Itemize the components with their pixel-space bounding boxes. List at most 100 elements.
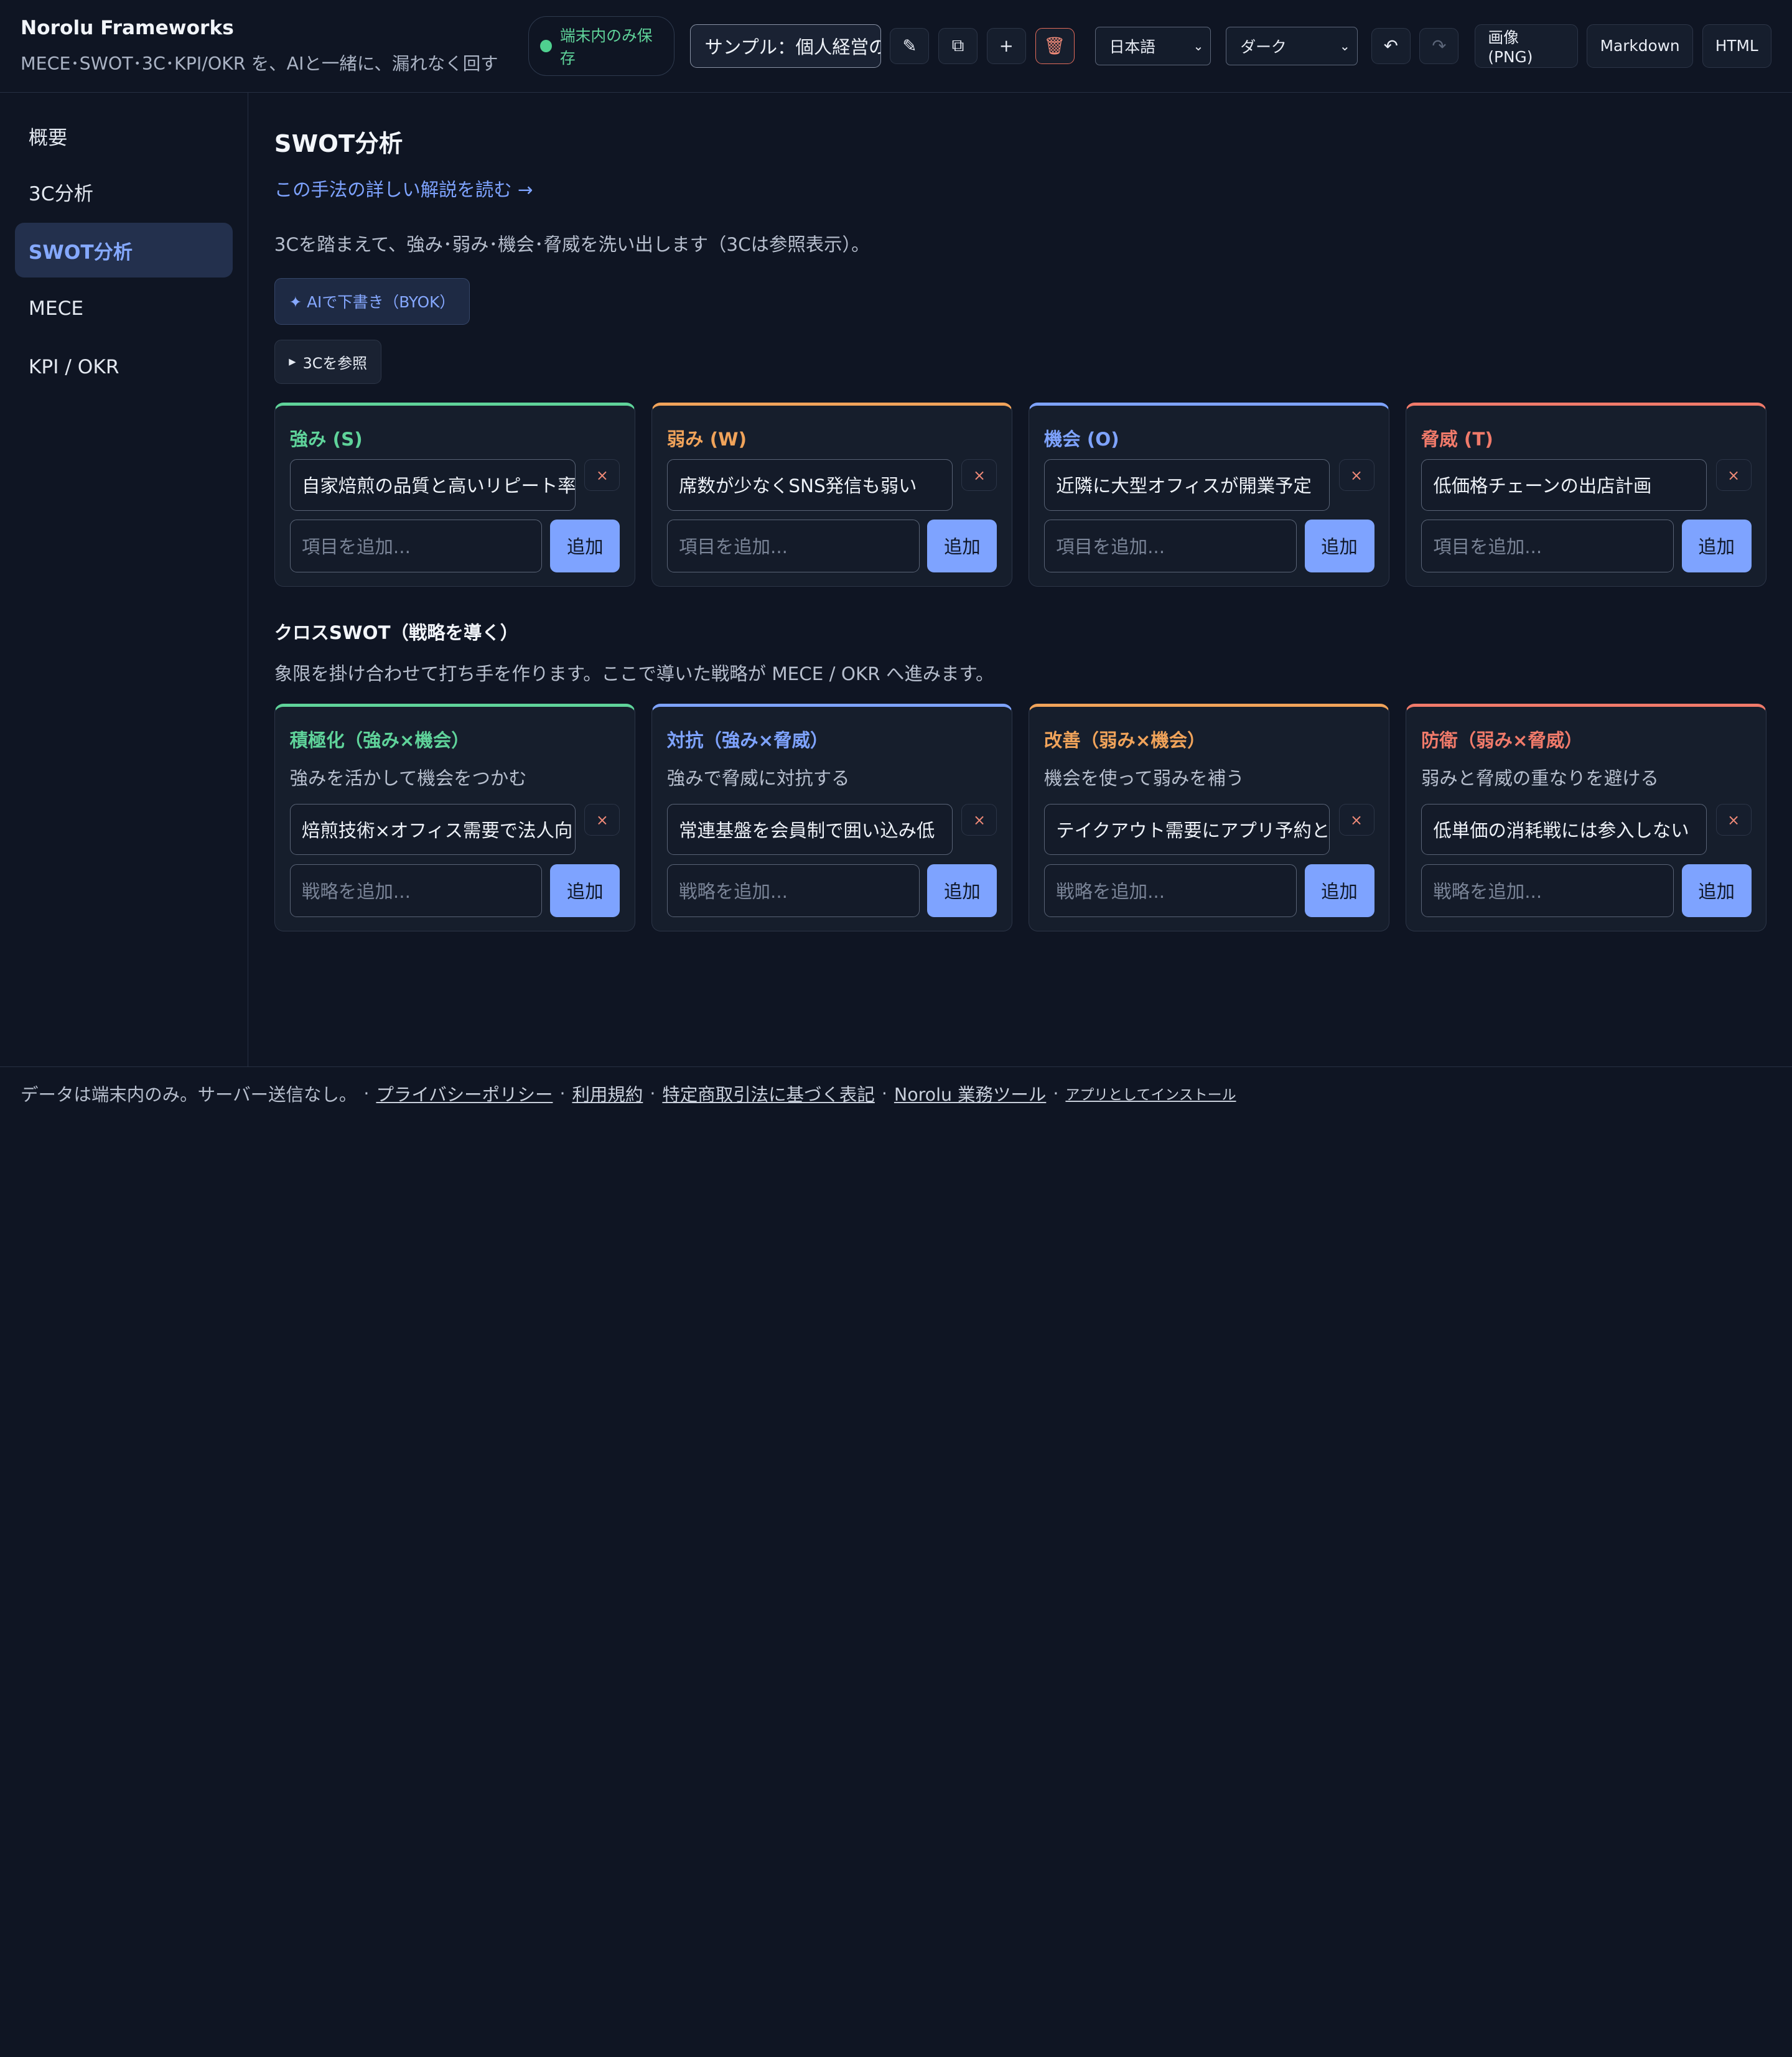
sidebar-item-swot[interactable]: SWOT分析 [14, 223, 233, 278]
add-item-input[interactable]: 項目を追加... [666, 520, 920, 572]
remove-item-button[interactable]: × [584, 459, 620, 492]
method-guide-link[interactable]: この手法の詳しい解説を読む → [274, 175, 533, 202]
cross-card-st: 対抗（強み×脅威） 強みで脅威に対抗する 常連基盤を会員制で囲い込み低 × 戦略… [651, 704, 1013, 931]
privacy-policy-link[interactable]: プライバシーポリシー [376, 1081, 553, 1106]
remove-item-button[interactable]: × [1338, 459, 1374, 492]
install-app-link[interactable]: アプリとしてインストール [1065, 1083, 1236, 1104]
item-input[interactable]: 低価格チェーンの出店計画 [1421, 459, 1707, 511]
main-content: SWOT分析 この手法の詳しい解説を読む → 3Cを踏まえて、強み･弱み･機会･… [274, 93, 1767, 931]
redo-button[interactable]: ↷ [1419, 27, 1459, 65]
add-strategy-input[interactable]: 戦略を追加... [666, 864, 920, 917]
add-strategy-row: 戦略を追加... 追加 [289, 864, 620, 917]
add-strategy-button[interactable]: 追加 [550, 864, 620, 917]
swot-card-strengths: 強み (S) 自家焙煎の品質と高いリピート率 × 項目を追加... 追加 [274, 402, 636, 587]
duplicate-icon: ⧉ [951, 35, 964, 56]
footer-separator: · [650, 1083, 656, 1104]
add-item-row: 項目を追加... 追加 [666, 520, 997, 572]
add-item-button[interactable]: 追加 [1304, 520, 1374, 572]
document-select-value: サンプル：個人経営の [704, 36, 881, 58]
strategy-input[interactable]: 焙煎技術×オフィス需要で法人向 [289, 803, 576, 856]
caret-right-icon: ▶ [289, 357, 296, 368]
strategy-input[interactable]: 常連基盤を会員制で囲い込み低 [666, 803, 953, 856]
tokushoho-link[interactable]: 特定商取引法に基づく表記 [662, 1081, 874, 1106]
terms-link[interactable]: 利用規約 [572, 1081, 643, 1106]
app-root: Norolu Frameworks MECE･SWOT･3C･KPI/OKR を… [0, 0, 1792, 1120]
remove-strategy-button[interactable]: × [1715, 803, 1752, 836]
add-strategy-input[interactable]: 戦略を追加... [1043, 864, 1297, 917]
remove-strategy-button[interactable]: × [961, 803, 997, 836]
item-input[interactable]: 近隣に大型オフィスが開業予定 [1043, 459, 1330, 511]
list-item: テイクアウト需要にアプリ予約とSN × [1043, 803, 1374, 856]
add-item-input[interactable]: 項目を追加... [1043, 520, 1297, 572]
show-3c-reference-label: 3Cを参照 [302, 355, 367, 373]
close-icon: × [595, 811, 609, 829]
cross-subtitle: 機会を使って弱みを補う [1043, 767, 1244, 789]
sidebar: 概要 3C分析 SWOT分析 MECE KPI / OKR [0, 92, 248, 1066]
cross-card-wo: 改善（弱み×機会） 機会を使って弱みを補う テイクアウト需要にアプリ予約とSN … [1028, 704, 1390, 931]
strategy-input[interactable]: テイクアウト需要にアプリ予約とSN [1043, 803, 1330, 856]
swot-card-weaknesses: 弱み (W) 席数が少なくSNS発信も弱い × 項目を追加... 追加 [651, 402, 1013, 587]
redo-icon: ↷ [1432, 35, 1447, 56]
undo-button[interactable]: ↶ [1371, 27, 1411, 65]
add-item-button[interactable]: 追加 [927, 520, 997, 572]
sidebar-item-3c[interactable]: 3C分析 [15, 164, 233, 219]
page-description: 3Cを踏まえて、強み･弱み･機会･脅威を洗い出します（3Cは参照表示）。 [274, 233, 870, 255]
close-icon: × [973, 466, 986, 484]
list-item: 常連基盤を会員制で囲い込み低 × [666, 803, 997, 856]
close-icon: × [973, 811, 986, 829]
remove-item-button[interactable]: × [961, 459, 997, 492]
list-item: 席数が少なくSNS発信も弱い × [666, 459, 997, 511]
add-strategy-button[interactable]: 追加 [1681, 864, 1752, 917]
show-3c-reference-button[interactable]: ▶ 3Cを参照 [274, 339, 382, 385]
norolu-tools-link[interactable]: Norolu 業務ツール [894, 1081, 1046, 1106]
quadrant-title: 脅威 (T) [1421, 429, 1493, 450]
add-strategy-row: 戦略を追加... 追加 [1421, 864, 1752, 917]
cross-title: 防衛（弱み×脅威） [1421, 730, 1583, 752]
sidebar-item-kpi-okr[interactable]: KPI / OKR [15, 339, 233, 394]
add-item-input[interactable]: 項目を追加... [1421, 520, 1674, 572]
remove-strategy-button[interactable]: × [1338, 803, 1374, 836]
add-item-input[interactable]: 項目を追加... [289, 520, 543, 572]
add-strategy-button[interactable]: 追加 [1304, 864, 1374, 917]
add-strategy-input[interactable]: 戦略を追加... [1421, 864, 1674, 917]
export-markdown-button[interactable]: Markdown [1587, 24, 1693, 68]
brand: Norolu Frameworks MECE･SWOT･3C･KPI/OKR を… [21, 17, 510, 75]
rename-button[interactable]: ✎ [890, 27, 930, 65]
chevron-down-icon: ⌄ [1339, 38, 1350, 54]
item-input[interactable]: 自家焙煎の品質と高いリピート率 [289, 459, 576, 511]
cross-swot-description: 象限を掛け合わせて打ち手を作ります。ここで導いた戦略が MECE / OKR へ… [274, 663, 994, 684]
cross-title: 対抗（強み×脅威） [666, 730, 829, 752]
list-item: 近隣に大型オフィスが開業予定 × [1043, 459, 1374, 511]
strategy-input[interactable]: 低単価の消耗戦には参入しない [1421, 803, 1707, 856]
footer-separator: · [363, 1083, 370, 1104]
swot-card-threats: 脅威 (T) 低価格チェーンの出店計画 × 項目を追加... 追加 [1406, 402, 1767, 587]
add-item-button[interactable]: 追加 [550, 520, 620, 572]
quadrant-title: 機会 (O) [1043, 429, 1119, 450]
delete-document-button[interactable]: 🗑 [1035, 27, 1075, 65]
add-item-button[interactable]: 追加 [1681, 520, 1752, 572]
list-item: 焙煎技術×オフィス需要で法人向 × [289, 803, 620, 856]
theme-select[interactable]: ダーク ⌄ [1226, 26, 1358, 66]
export-png-button[interactable]: 画像 (PNG) [1475, 24, 1578, 68]
item-input[interactable]: 席数が少なくSNS発信も弱い [666, 459, 953, 511]
sidebar-item-mece[interactable]: MECE [15, 281, 233, 336]
duplicate-button[interactable]: ⧉ [938, 27, 978, 65]
footer-note: データは端末内のみ。サーバー送信なし。 [21, 1084, 357, 1105]
pencil-icon: ✎ [902, 35, 917, 56]
footer: データは端末内のみ。サーバー送信なし。 · プライバシーポリシー · 利用規約 … [0, 1066, 1792, 1120]
export-html-button[interactable]: HTML [1702, 24, 1771, 68]
cross-subtitle: 弱みと脅威の重なりを避ける [1421, 767, 1659, 789]
add-item-row: 項目を追加... 追加 [1421, 520, 1752, 572]
document-select[interactable]: サンプル：個人経営の [690, 24, 881, 68]
remove-item-button[interactable]: × [1715, 459, 1752, 492]
sidebar-item-overview[interactable]: 概要 [15, 123, 233, 150]
undo-icon: ↶ [1383, 35, 1398, 56]
remove-strategy-button[interactable]: × [584, 803, 620, 836]
add-strategy-row: 戦略を追加... 追加 [1043, 864, 1374, 917]
new-document-button[interactable]: + [986, 27, 1026, 65]
language-select[interactable]: 日本語 ⌄ [1094, 26, 1211, 66]
close-icon: × [1350, 466, 1363, 484]
ai-draft-button[interactable]: ✦ AIで下書き（BYOK） [274, 278, 470, 325]
add-strategy-input[interactable]: 戦略を追加... [289, 864, 543, 917]
add-strategy-button[interactable]: 追加 [927, 864, 997, 917]
